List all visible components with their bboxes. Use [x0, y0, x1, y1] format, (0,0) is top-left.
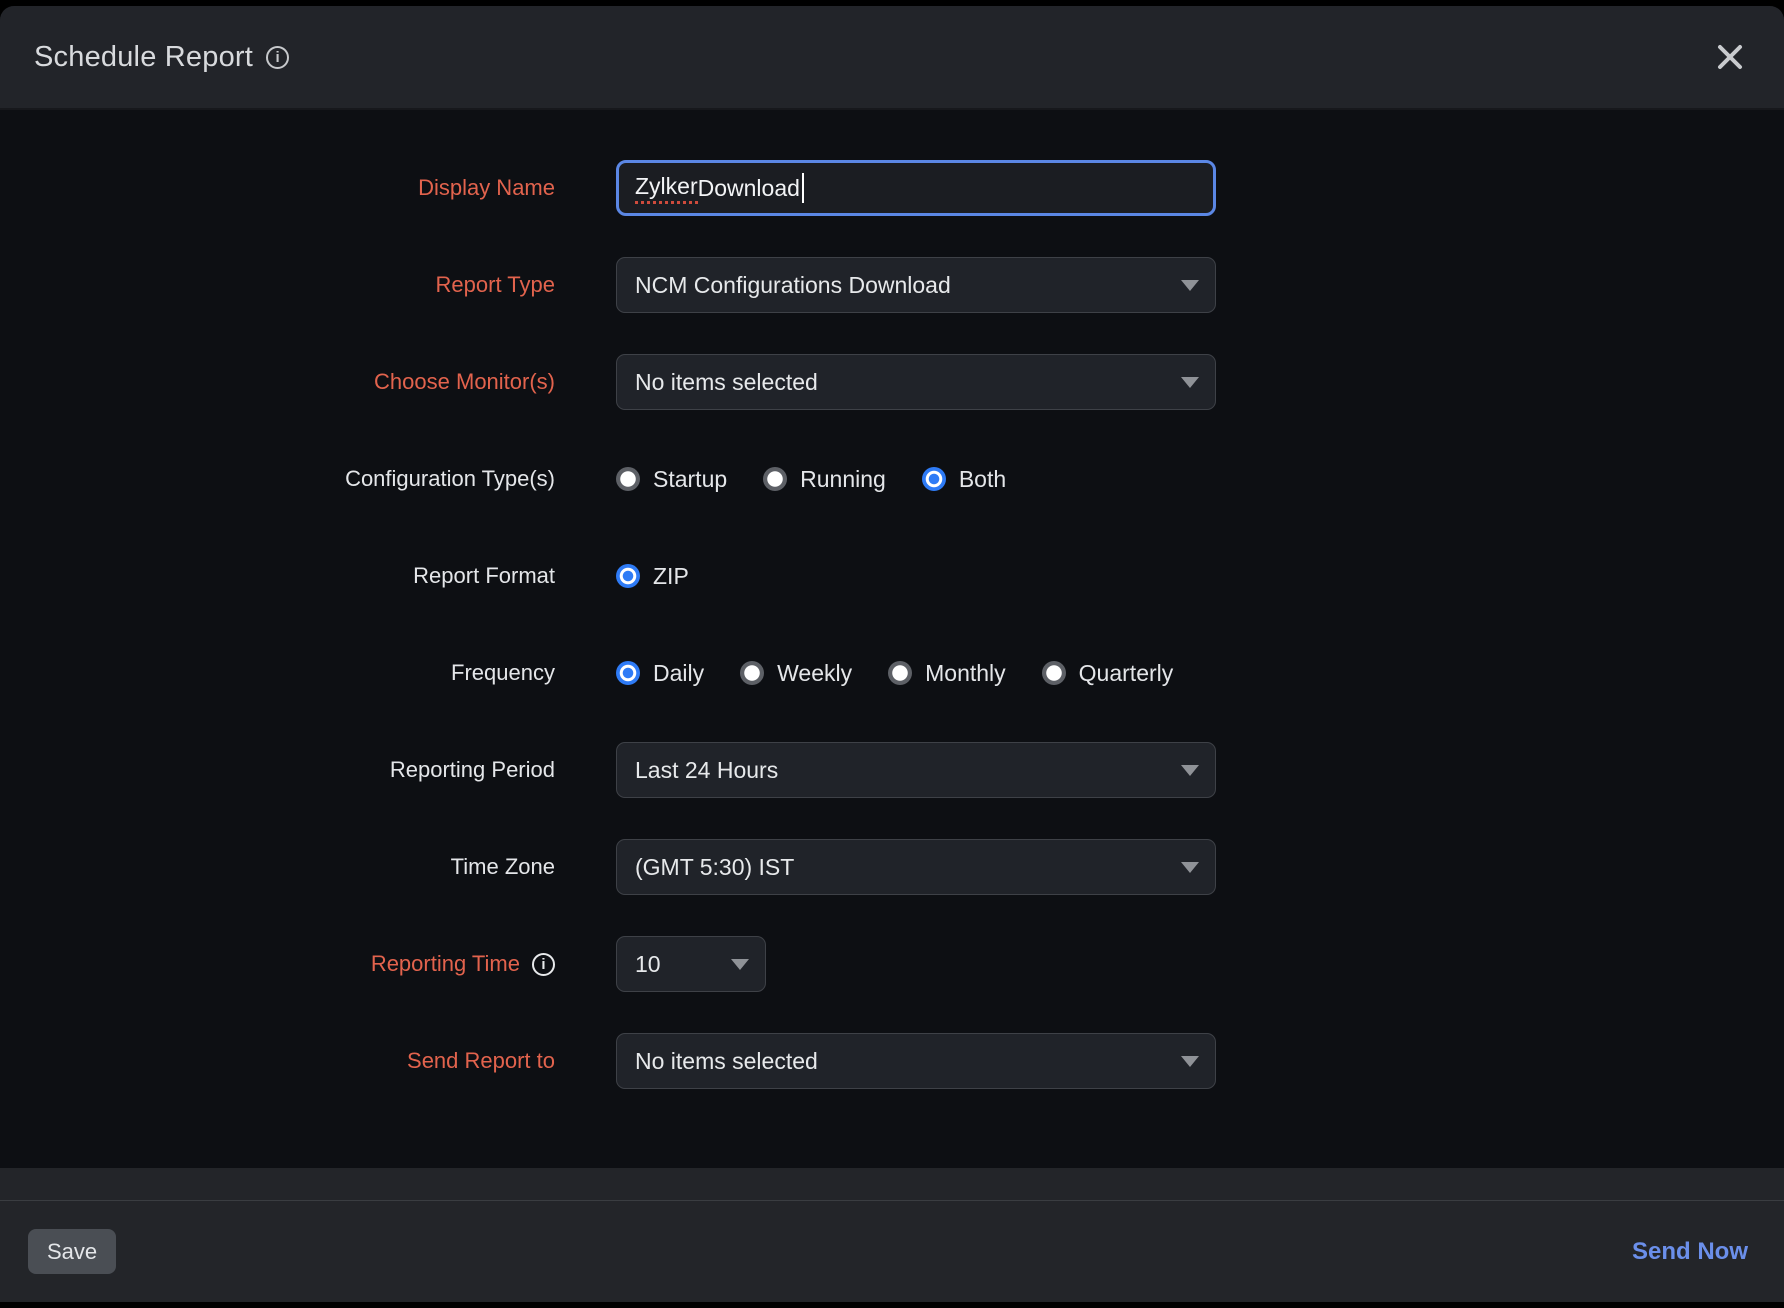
radio-option-weekly[interactable]: Weekly [740, 660, 852, 687]
form-row-report-format: Report Format ZIP [0, 548, 1784, 604]
chevron-down-icon [731, 959, 749, 970]
radio-icon-startup [616, 467, 640, 491]
send-report-to-select[interactable]: No items selected [616, 1033, 1216, 1089]
frequency-label: Frequency [0, 660, 555, 686]
send-now-link[interactable]: Send Now [1632, 1238, 1748, 1266]
reporting-time-value: 10 [635, 951, 661, 978]
form-row-reporting-time: Reporting Time 10 [0, 936, 1784, 992]
input-text-misspelled: Zylker [635, 173, 698, 204]
reporting-period-label: Reporting Period [0, 757, 555, 783]
dialog-body: Display Name Zylker Download Report Type… [0, 110, 1784, 1168]
configuration-types-label: Configuration Type(s) [0, 466, 555, 492]
close-x-icon [1715, 42, 1745, 72]
dialog-header: Schedule Report [0, 6, 1784, 110]
send-report-to-label: Send Report to [0, 1048, 555, 1074]
time-zone-label: Time Zone [0, 854, 555, 880]
radio-icon-weekly [740, 661, 764, 685]
radio-option-startup[interactable]: Startup [616, 466, 727, 493]
form-row-frequency: Frequency Daily Weekly Monthly Quarterl [0, 645, 1784, 701]
display-name-input[interactable]: Zylker Download [616, 160, 1216, 216]
info-icon[interactable] [266, 46, 289, 69]
save-button[interactable]: Save [28, 1229, 116, 1274]
radio-icon-monthly [888, 661, 912, 685]
info-icon[interactable] [532, 953, 555, 976]
radio-option-running[interactable]: Running [763, 466, 886, 493]
footer-content: Save Send Now [0, 1201, 1784, 1302]
form-row-display-name: Display Name Zylker Download [0, 160, 1784, 216]
choose-monitors-value: No items selected [635, 369, 818, 396]
send-report-to-value: No items selected [635, 1048, 818, 1075]
text-caret [802, 173, 804, 203]
chevron-down-icon [1181, 377, 1199, 388]
radio-option-monthly[interactable]: Monthly [888, 660, 1006, 687]
chevron-down-icon [1181, 765, 1199, 776]
chevron-down-icon [1181, 280, 1199, 291]
report-type-value: NCM Configurations Download [635, 272, 951, 299]
radio-icon-both [922, 467, 946, 491]
radio-option-quarterly[interactable]: Quarterly [1042, 660, 1174, 687]
report-type-select[interactable]: NCM Configurations Download [616, 257, 1216, 313]
input-text: Download [698, 175, 800, 202]
reporting-period-select[interactable]: Last 24 Hours [616, 742, 1216, 798]
report-format-label: Report Format [0, 563, 555, 589]
report-type-label: Report Type [0, 272, 555, 298]
radio-option-both[interactable]: Both [922, 466, 1006, 493]
radio-option-daily[interactable]: Daily [616, 660, 704, 687]
chevron-down-icon [1181, 862, 1199, 873]
radio-icon-quarterly [1042, 661, 1066, 685]
radio-icon-running [763, 467, 787, 491]
radio-icon-zip [616, 564, 640, 588]
radio-icon-daily [616, 661, 640, 685]
schedule-report-dialog: Schedule Report Display Name Zylker Down… [0, 6, 1784, 1302]
page-title: Schedule Report [34, 41, 253, 74]
choose-monitors-label: Choose Monitor(s) [0, 369, 555, 395]
close-button[interactable] [1710, 37, 1750, 77]
form-row-report-type: Report Type NCM Configurations Download [0, 257, 1784, 313]
form-row-send-report-to: Send Report to No items selected [0, 1033, 1784, 1089]
reporting-period-value: Last 24 Hours [635, 757, 778, 784]
time-zone-select[interactable]: (GMT 5:30) IST [616, 839, 1216, 895]
form-row-time-zone: Time Zone (GMT 5:30) IST [0, 839, 1784, 895]
time-zone-value: (GMT 5:30) IST [635, 854, 794, 881]
display-name-label: Display Name [0, 175, 555, 201]
report-format-radio-group: ZIP [616, 563, 689, 590]
form-row-configuration-types: Configuration Type(s) Startup Running Bo… [0, 451, 1784, 507]
choose-monitors-select[interactable]: No items selected [616, 354, 1216, 410]
chevron-down-icon [1181, 1056, 1199, 1067]
frequency-radio-group: Daily Weekly Monthly Quarterly [616, 660, 1173, 687]
form-row-choose-monitors: Choose Monitor(s) No items selected [0, 354, 1784, 410]
radio-option-zip[interactable]: ZIP [616, 563, 689, 590]
reporting-time-select[interactable]: 10 [616, 936, 766, 992]
reporting-time-label: Reporting Time [0, 951, 555, 977]
dialog-footer: Save Send Now [0, 1168, 1784, 1302]
form-row-reporting-period: Reporting Period Last 24 Hours [0, 742, 1784, 798]
configuration-types-radio-group: Startup Running Both [616, 466, 1006, 493]
